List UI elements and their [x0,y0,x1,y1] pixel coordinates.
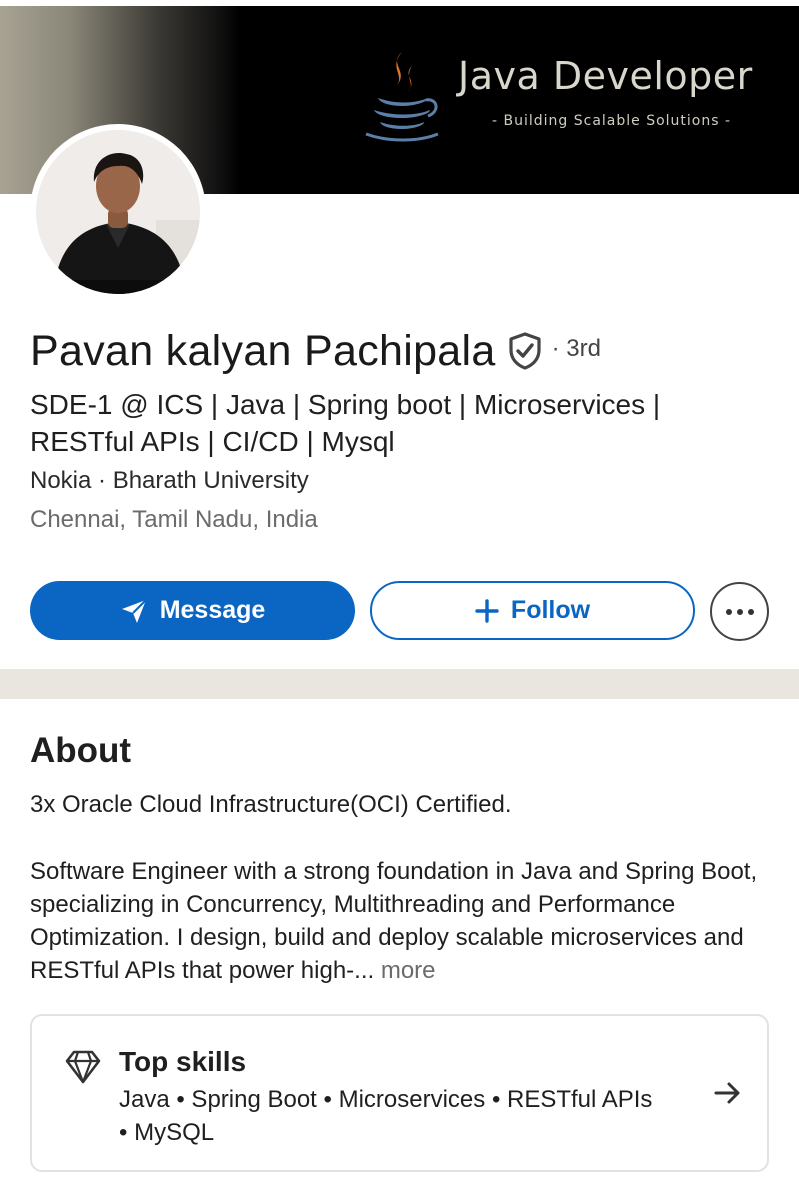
profile-location: Chennai, Tamil Nadu, India [30,506,318,533]
about-body: Software Engineer with a strong foundati… [30,855,770,987]
about-title: About [30,731,132,770]
avatar-photo [36,130,200,294]
name-row: Pavan kalyan Pachipala · 3rd [30,325,601,377]
follow-button[interactable]: Follow [370,581,695,640]
about-certification: 3x Oracle Cloud Infrastructure(OCI) Cert… [30,791,512,818]
verified-shield-icon[interactable] [508,332,542,370]
more-options-button[interactable] [710,582,769,641]
java-coffee-cup-icon [365,52,439,142]
profile-avatar[interactable] [30,124,206,300]
section-divider [0,669,799,699]
follow-label: Follow [510,596,591,624]
message-label: Message [159,596,266,624]
more-icon [725,608,732,615]
see-more-link[interactable]: more [381,957,436,984]
message-button[interactable]: Message [30,581,355,640]
banner-subtitle: - Building Scalable Solutions - [492,113,732,129]
company-school[interactable]: Nokia · Bharath University [30,467,309,495]
send-icon [120,598,148,624]
top-skills-card[interactable]: Top skills Java • Spring Boot • Microser… [30,1014,769,1172]
profile-name: Pavan kalyan Pachipala [30,326,496,375]
diamond-icon [65,1050,101,1084]
connection-degree: · 3rd [551,335,601,362]
arrow-right-icon[interactable] [714,1080,742,1106]
plus-icon [475,598,499,623]
top-skills-list: Java • Spring Boot • Microservices • RES… [119,1086,653,1146]
banner-title: Java Developer [458,54,753,98]
profile-headline: SDE-1 @ ICS | Java | Spring boot | Micro… [30,389,661,457]
top-skills-title: Top skills [119,1046,247,1077]
